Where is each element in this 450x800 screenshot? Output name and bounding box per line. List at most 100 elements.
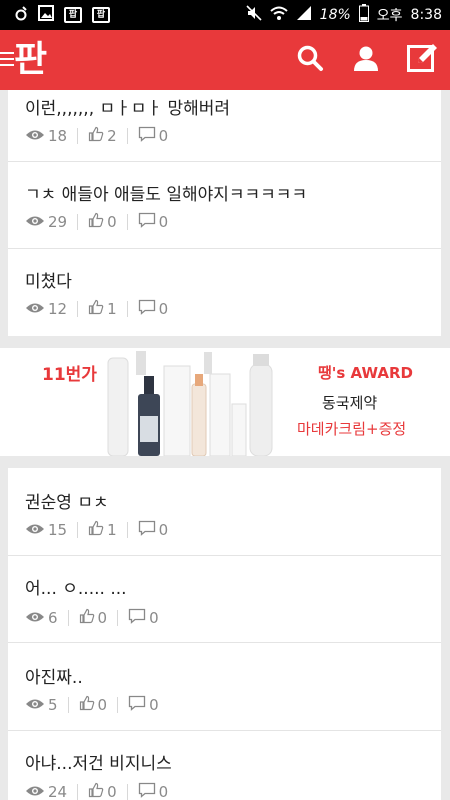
post-title: 미쳤다	[25, 272, 72, 292]
wifi-icon	[269, 5, 288, 25]
ampm-label: 오후	[376, 8, 403, 24]
thumbs-up-icon	[88, 782, 104, 800]
post-meta: 29 0 0	[25, 212, 168, 232]
app-badge-icon: 팝	[92, 7, 110, 23]
view-count: 18	[48, 127, 68, 145]
thumbs-up-icon	[79, 695, 95, 715]
ad-award-label: 땡's AWARD	[318, 364, 413, 382]
divider	[67, 697, 69, 713]
eye-icon	[25, 609, 45, 627]
thumbs-up-icon	[88, 299, 104, 319]
comment-count: 0	[158, 783, 169, 800]
thumbs-up-icon	[88, 520, 104, 540]
view-count: 5	[48, 696, 58, 714]
ad-company-label: 동국제약	[322, 394, 378, 412]
signal-icon	[296, 5, 312, 25]
comment-icon	[128, 608, 146, 628]
divider	[126, 784, 128, 800]
post-item[interactable]: 어... ㅇ..... ... 6 0 0	[8, 556, 441, 643]
app-header: 판	[0, 30, 450, 90]
comment-icon	[138, 126, 156, 146]
comment-icon	[138, 782, 156, 800]
comment-icon	[138, 299, 156, 319]
eye-icon	[25, 783, 45, 800]
menu-icon[interactable]	[0, 52, 14, 66]
post-meta: 12 1 0	[25, 299, 168, 319]
post-title: 아진짜..	[25, 668, 83, 688]
post-meta: 24 0 0	[25, 782, 168, 800]
search-icon	[296, 44, 324, 76]
divider	[77, 301, 79, 317]
divider	[126, 522, 128, 538]
like-count: 0	[97, 609, 108, 627]
divider	[126, 214, 128, 230]
status-bar: 팝 팝 18% 오후 8:38	[0, 0, 450, 30]
divider	[126, 128, 128, 144]
search-button[interactable]	[292, 42, 328, 78]
comment-count: 0	[149, 609, 159, 627]
eye-icon	[25, 127, 45, 145]
ad-store-label: 11번가	[42, 365, 97, 385]
post-item[interactable]: 미쳤다 12 1 0	[8, 249, 441, 336]
post-title: 권순영 ㅁㅊ	[25, 493, 109, 513]
comment-count: 0	[158, 127, 169, 145]
edit-icon	[406, 42, 438, 78]
view-count: 24	[48, 783, 68, 800]
like-count: 2	[107, 127, 117, 145]
ad-banner[interactable]: 11번가 땡's AWARD 동국제약 마데카크림+증정	[0, 348, 450, 456]
gallery-icon	[38, 5, 54, 25]
thumbs-up-icon	[79, 608, 95, 628]
post-meta: 15 1 0	[25, 520, 168, 540]
like-count: 1	[107, 521, 117, 539]
battery-icon	[358, 4, 369, 26]
view-count: 12	[48, 300, 68, 318]
app-badge-icon: 팝	[64, 7, 82, 23]
thumbs-up-icon	[88, 126, 104, 146]
post-item[interactable]: 아진짜.. 5 0 0	[8, 643, 441, 731]
post-title: 어... ㅇ..... ...	[25, 579, 127, 599]
eye-icon	[25, 521, 45, 539]
post-item[interactable]: ㄱㅊ 애들아 애들도 일해야지ㅋㅋㅋㅋㅋ 29 0 0	[8, 162, 441, 249]
comment-count: 0	[158, 213, 169, 231]
divider	[117, 697, 119, 713]
mute-icon	[246, 5, 262, 25]
comment-icon	[128, 695, 146, 715]
ad-product-image	[100, 350, 280, 456]
post-item[interactable]: 아냐...저건 비지니스 24 0 0	[8, 731, 441, 800]
eye-icon	[25, 213, 45, 231]
post-item[interactable]: 이런,,,,,,, ㅁㅏㅁㅏ 망해버려 18 2 0	[8, 90, 441, 162]
post-title: 이런,,,,,,, ㅁㅏㅁㅏ 망해버려	[25, 99, 231, 119]
post-meta: 6 0 0	[25, 608, 159, 628]
post-item[interactable]: 권순영 ㅁㅊ 15 1 0	[8, 468, 441, 556]
write-button[interactable]	[404, 42, 440, 78]
thumbs-up-icon	[88, 212, 104, 232]
profile-button[interactable]	[348, 42, 384, 78]
divider	[67, 610, 69, 626]
ad-promo-label: 마데카크림+증정	[297, 420, 407, 438]
post-meta: 5 0 0	[25, 695, 159, 715]
comment-count: 0	[158, 521, 169, 539]
post-title: 아냐...저건 비지니스	[25, 754, 172, 774]
divider	[126, 301, 128, 317]
clock: 8:38	[410, 7, 442, 23]
divider	[77, 128, 79, 144]
app-logo[interactable]: 판	[14, 37, 47, 83]
like-count: 0	[107, 213, 117, 231]
post-title: ㄱㅊ 애들아 애들도 일해야지ㅋㅋㅋㅋㅋ	[25, 185, 308, 205]
like-count: 0	[97, 696, 108, 714]
eye-icon	[25, 696, 45, 714]
person-icon	[352, 44, 380, 76]
comment-icon	[138, 212, 156, 232]
divider	[77, 784, 79, 800]
like-count: 0	[107, 783, 117, 800]
post-meta: 18 2 0	[25, 126, 168, 146]
like-count: 1	[107, 300, 117, 318]
comment-count: 0	[149, 696, 159, 714]
view-count: 15	[48, 521, 68, 539]
view-count: 6	[48, 609, 58, 627]
notification-icon	[14, 5, 28, 25]
divider	[77, 522, 79, 538]
divider	[117, 610, 119, 626]
eye-icon	[25, 300, 45, 318]
view-count: 29	[48, 213, 68, 231]
